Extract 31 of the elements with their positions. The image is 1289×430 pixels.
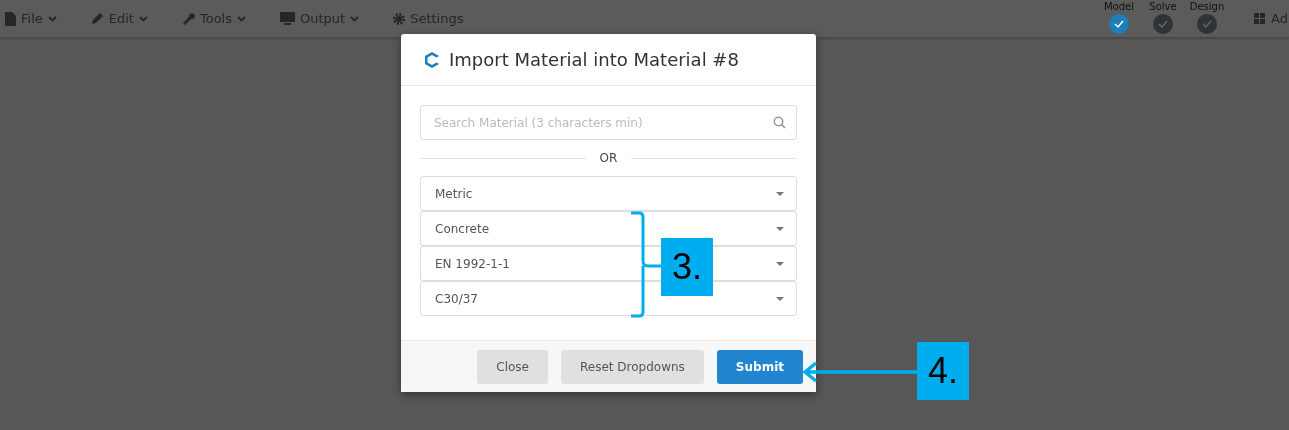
button[interactable]: Close bbox=[477, 349, 548, 384]
caret-icon bbox=[776, 261, 784, 266]
caret-icon bbox=[776, 296, 784, 301]
step-label: Model bbox=[1104, 1, 1134, 12]
button[interactable]: Reset Dropdowns bbox=[561, 349, 704, 384]
dropdown[interactable]: C30/37 bbox=[420, 281, 797, 316]
search-icon bbox=[773, 116, 786, 129]
grid-icon bbox=[1254, 13, 1265, 24]
callout-label: 4. bbox=[917, 342, 969, 400]
step-circle-icon[interactable] bbox=[1108, 13, 1130, 35]
step-label: Design bbox=[1189, 1, 1225, 12]
pencil-icon bbox=[90, 12, 104, 25]
caret-icon bbox=[47, 15, 57, 22]
caret-icon bbox=[776, 191, 784, 196]
wrench-icon bbox=[181, 12, 195, 25]
dropdown[interactable]: Concrete bbox=[420, 211, 797, 246]
settings-icon bbox=[393, 12, 406, 25]
submit-button[interactable]: Submit bbox=[716, 349, 803, 384]
dropdown[interactable]: Metric bbox=[420, 176, 797, 211]
caret-icon bbox=[138, 15, 148, 22]
step-label: Solve bbox=[1149, 1, 1177, 12]
caret-icon bbox=[350, 15, 360, 22]
caret-icon bbox=[237, 15, 246, 22]
file-icon bbox=[5, 11, 16, 26]
search-field[interactable]: Search Material (3 characters min) bbox=[420, 105, 797, 140]
separator-label: OR bbox=[599, 151, 618, 165]
dialog-title: Import Material into Material #8 bbox=[449, 49, 739, 70]
monitor-icon bbox=[280, 12, 295, 25]
caret-icon bbox=[776, 226, 784, 231]
sync-icon bbox=[423, 50, 441, 69]
callout-label: 3. bbox=[661, 238, 713, 296]
